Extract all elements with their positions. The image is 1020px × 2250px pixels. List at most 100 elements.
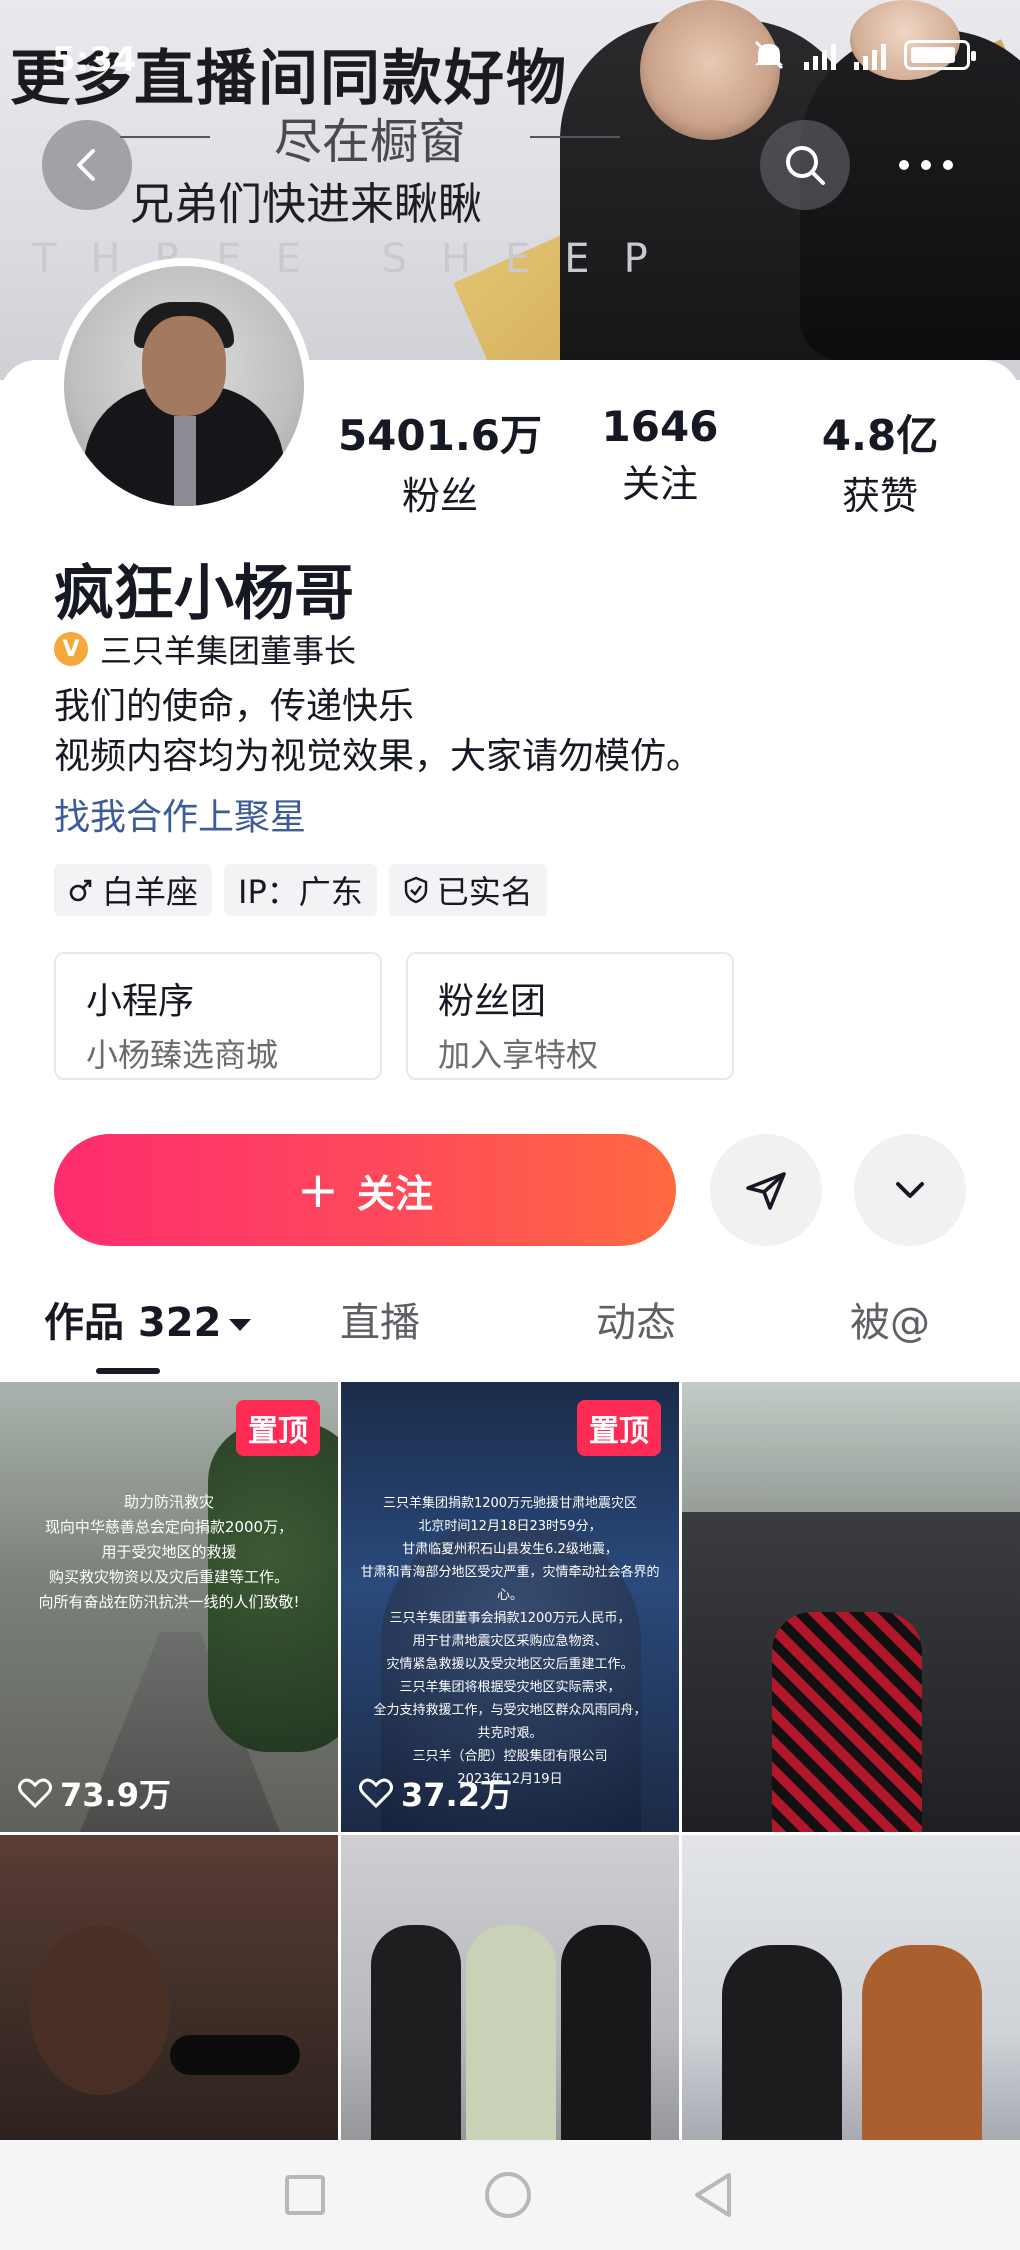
mini-program-card[interactable]: 小程序 小杨臻选商城 xyxy=(54,952,382,1080)
avatar[interactable] xyxy=(56,258,312,514)
tile-2-likes: 37.2万 xyxy=(359,1770,512,1816)
send-icon xyxy=(746,1172,786,1210)
tile-2-caption-line: 三只羊集团将根据受灾地区实际需求， xyxy=(399,1680,621,1695)
tile-1-caption-line: 助力防汛救灾 xyxy=(123,1493,214,1511)
status-time: 5:34 xyxy=(52,40,137,80)
tab-live[interactable]: 直播 xyxy=(340,1290,420,1348)
bio-line-2: 视频内容均为视觉效果，大家请勿模仿。 xyxy=(54,736,703,777)
fan-club-title: 粉丝团 xyxy=(438,981,547,1022)
stat-following-label: 关注 xyxy=(621,462,698,506)
mute-icon xyxy=(754,40,784,70)
tile-1-likes: 73.9万 xyxy=(18,1770,171,1816)
recent-apps-button[interactable] xyxy=(285,2175,325,2215)
avatar-tie xyxy=(174,416,196,506)
heart-icon xyxy=(359,1778,393,1808)
plus-icon: + xyxy=(297,1161,339,1219)
search-icon xyxy=(786,146,825,185)
status-bar: 5:34 xyxy=(0,0,1020,110)
home-button[interactable] xyxy=(485,2172,531,2218)
tile-2-caption: 三只羊集团捐款1200万元驰援甘肃地震灾区 北京时间12月18日23时59分， … xyxy=(351,1492,669,1791)
tile-4-glasses xyxy=(170,2035,300,2075)
heart-icon xyxy=(18,1778,52,1808)
tile-2-caption-line: 三只羊（合肥）控股集团有限公司 xyxy=(412,1749,608,1764)
tab-indicator xyxy=(96,1368,160,1374)
tile-6-person xyxy=(862,1945,982,2165)
stat-followers[interactable]: 5401.6万 粉丝 xyxy=(330,402,550,520)
tile-1-caption-line: 向所有奋战在防汛抗洪一线的人们致敬! xyxy=(38,1593,300,1611)
tile-2-caption-line: 三只羊集团捐款1200万元驰援甘肃地震灾区 xyxy=(382,1496,638,1511)
follow-button[interactable]: + 关注 xyxy=(54,1134,676,1246)
tile-2-caption-line: 共克时艰。 xyxy=(477,1726,543,1741)
tile-1-caption: 助力防汛救灾 现向中华慈善总会定向捐款2000万， 用于受灾地区的救援 购买救灾… xyxy=(10,1490,328,1615)
share-button[interactable] xyxy=(710,1134,822,1246)
stat-followers-value: 5401.6万 xyxy=(337,411,543,460)
profile-tags: 白羊座 IP：广东 已实名 xyxy=(54,864,547,916)
male-icon xyxy=(69,879,92,902)
banner-subtitle: 尽在橱窗 xyxy=(120,102,620,172)
tile-2-caption-line: 甘肃临夏州积石山县发生6.2级地震， xyxy=(402,1542,618,1557)
tile-2-caption-line: 全力支持救援工作，与受灾地区群众风雨同舟， xyxy=(373,1703,647,1718)
pinned-badge: 置顶 xyxy=(577,1400,661,1456)
tab-dynamic[interactable]: 动态 xyxy=(596,1290,676,1348)
tile-1-likes-count: 73.9万 xyxy=(60,1776,171,1814)
more-options-button[interactable] xyxy=(854,1134,966,1246)
video-tile-4[interactable] xyxy=(0,1835,338,2165)
tile-4-face xyxy=(30,1925,170,2095)
profile-tabs: 作品 322 直播 动态 被@ xyxy=(0,1290,1020,1370)
tag-zodiac[interactable]: 白羊座 xyxy=(54,864,213,916)
pinned-badge: 置顶 xyxy=(236,1400,320,1456)
tab-mentions[interactable]: 被@ xyxy=(850,1290,930,1348)
tile-2-caption-line: 北京时间12月18日23时59分， xyxy=(418,1519,602,1534)
video-tile-3[interactable] xyxy=(682,1382,1020,1832)
back-triangle-icon[interactable] xyxy=(691,2171,735,2219)
fan-club-subtitle: 加入享特权 xyxy=(438,1036,599,1074)
video-tile-5[interactable] xyxy=(341,1835,679,2165)
banner-subtitle-2: 兄弟们快进来瞅瞅 xyxy=(130,179,482,230)
tag-zodiac-label: 白羊座 xyxy=(102,873,199,911)
tile-1-caption-line: 用于受灾地区的救援 xyxy=(101,1543,237,1561)
collab-link[interactable]: 找我合作上聚星 xyxy=(54,788,306,840)
tile-5-person xyxy=(561,1925,651,2165)
tag-ip[interactable]: IP：广东 xyxy=(224,864,377,916)
tile-2-caption-line: 灾情紧急救援以及受灾地区灾后重建工作。 xyxy=(386,1657,634,1672)
profile-name: 疯狂小杨哥 xyxy=(54,559,354,629)
shield-check-icon xyxy=(404,876,427,904)
tab-works-label: 作品 322 xyxy=(44,1300,222,1346)
tile-6-person xyxy=(722,1945,842,2165)
mini-cards: 小程序 小杨臻选商城 粉丝团 加入享特权 xyxy=(54,952,734,1080)
tile-2-caption-line: 三只羊集团董事会捐款1200万元人民币， xyxy=(389,1611,631,1626)
chevron-down-icon xyxy=(896,1182,924,1198)
signal-icon xyxy=(804,40,836,70)
search-button[interactable] xyxy=(760,120,850,210)
battery-icon xyxy=(904,40,976,70)
verified-badge-icon: V xyxy=(54,632,88,666)
tile-3-jacket xyxy=(772,1612,922,1832)
signal-icon-2 xyxy=(854,40,886,70)
video-tile-6[interactable] xyxy=(682,1835,1020,2165)
verified-title: 三只羊集团董事长 xyxy=(100,632,357,670)
tag-ip-label: IP：广东 xyxy=(238,873,363,911)
stat-likes-value: 4.8亿 xyxy=(821,411,939,460)
caret-down-icon xyxy=(229,1319,252,1331)
profile-bio: 我们的使命，传递快乐 视频内容均为视觉效果，大家请勿模仿。 xyxy=(54,682,702,782)
fan-club-card[interactable]: 粉丝团 加入享特权 xyxy=(406,952,734,1080)
stat-following-value: 1646 xyxy=(601,402,719,451)
video-tile-2[interactable]: 三只羊集团捐款1200万元驰援甘肃地震灾区 北京时间12月18日23时59分， … xyxy=(341,1382,679,1832)
tag-verified[interactable]: 已实名 xyxy=(388,864,547,916)
mini-program-title: 小程序 xyxy=(86,981,195,1022)
bio-line-1: 我们的使命，传递快乐 xyxy=(54,686,415,727)
more-button[interactable] xyxy=(878,120,974,210)
tile-2-caption-line: 甘肃和青海部分地区受灾严重，灾情牵动社会各界的心。 xyxy=(360,1565,660,1603)
stat-followers-label: 粉丝 xyxy=(401,474,478,518)
tile-1-caption-line: 现向中华慈善总会定向捐款2000万， xyxy=(44,1518,294,1536)
stat-likes[interactable]: 4.8亿 获赞 xyxy=(770,402,990,520)
mini-program-subtitle: 小杨臻选商城 xyxy=(86,1036,279,1074)
stat-following[interactable]: 1646 关注 xyxy=(550,402,770,520)
back-button[interactable] xyxy=(42,120,132,210)
video-tile-1[interactable]: 助力防汛救灾 现向中华慈善总会定向捐款2000万， 用于受灾地区的救援 购买救灾… xyxy=(0,1382,338,1832)
tile-5-person xyxy=(466,1925,556,2165)
tile-1-caption-line: 购买救灾物资以及灾后重建等工作。 xyxy=(48,1568,289,1586)
tab-works[interactable]: 作品 322 xyxy=(44,1290,252,1348)
tile-2-likes-count: 37.2万 xyxy=(401,1776,512,1814)
more-dots-icon xyxy=(899,160,953,170)
